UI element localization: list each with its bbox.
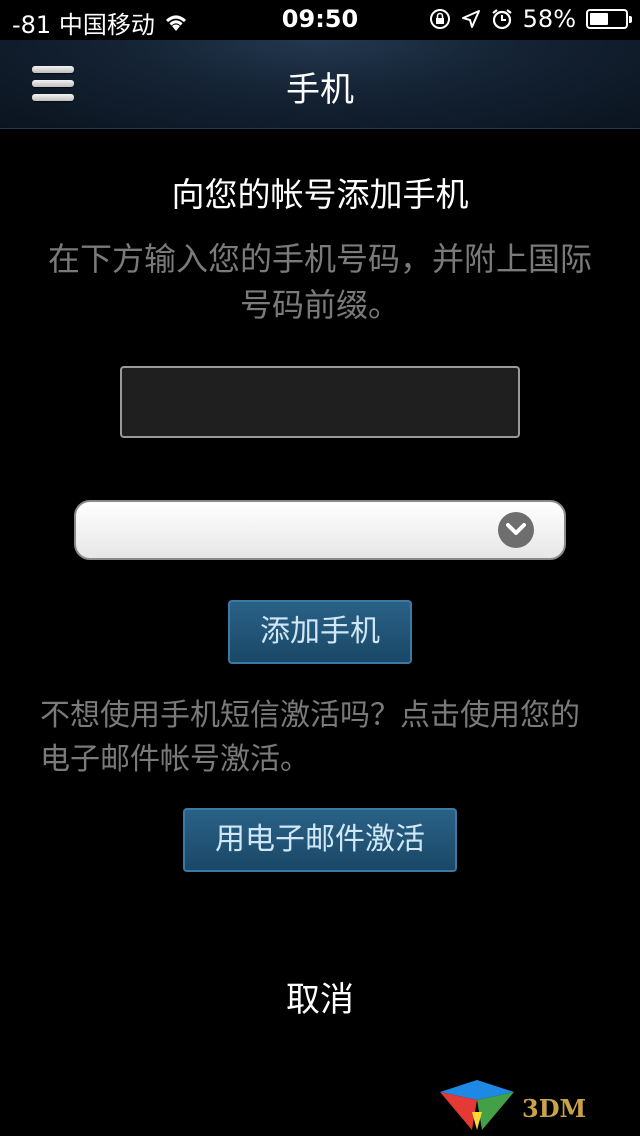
section-heading: 向您的帐号添加手机: [171, 175, 469, 214]
cancel-button[interactable]: 取消: [0, 972, 640, 1021]
email-activation-hint: 不想使用手机短信激活吗？点击使用您的电子邮件帐号激活。: [40, 698, 580, 777]
location-icon: [461, 9, 481, 29]
phone-number-input[interactable]: [120, 366, 520, 438]
email-activate-button[interactable]: 用电子邮件激活: [183, 808, 457, 872]
watermark-text: 3DM: [522, 1094, 587, 1123]
country-code-select[interactable]: [74, 500, 566, 560]
add-phone-button[interactable]: 添加手机: [228, 600, 412, 664]
rotation-lock-icon: [429, 8, 451, 30]
phone-setup-screen: -81 中国移动 09:50 58% 手机 向您的帐号添加手机 在下方输入您的手…: [0, 0, 640, 1136]
alarm-icon: [491, 8, 513, 30]
battery-fill: [590, 13, 609, 25]
watermark-logo: 3DM: [432, 1072, 632, 1132]
status-bar: -81 中国移动 09:50 58%: [0, 0, 640, 40]
status-right: 58%: [429, 5, 632, 33]
instructions-text: 在下方输入您的手机号码，并附上国际号码前缀。: [47, 240, 592, 324]
battery-icon: [586, 9, 632, 29]
page-title: 手机: [286, 70, 354, 110]
chevron-down-icon: [498, 512, 534, 548]
nav-bar: 手机: [0, 40, 640, 129]
battery-percent: 58%: [522, 5, 576, 33]
